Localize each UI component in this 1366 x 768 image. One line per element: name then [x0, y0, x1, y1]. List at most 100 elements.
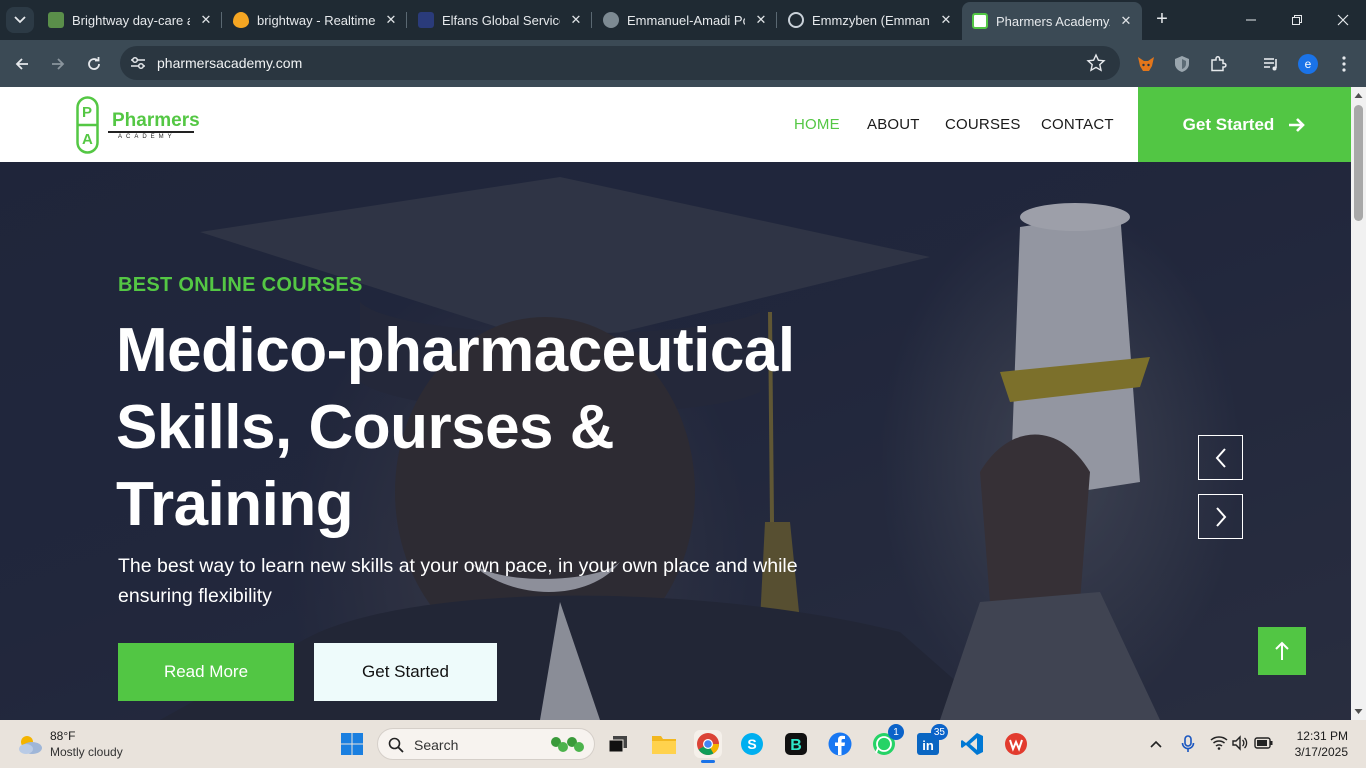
microphone-button[interactable]: [1174, 730, 1202, 758]
minimize-button[interactable]: [1228, 0, 1274, 40]
taskbar-app-vscode[interactable]: [958, 730, 986, 758]
metamask-icon: [1138, 57, 1154, 71]
taskbar-app-file-explorer[interactable]: [650, 730, 678, 758]
search-placeholder: Search: [414, 737, 459, 753]
facebook-icon: [828, 732, 852, 756]
close-tab-icon[interactable]: ✕: [198, 12, 214, 28]
headline-line: Medico-pharmaceutical: [116, 316, 795, 385]
tab-search-button[interactable]: [6, 7, 34, 33]
scroll-down-icon[interactable]: [1354, 707, 1363, 716]
hero-headline: Medico-pharmaceutical Skills, Courses & …: [116, 312, 876, 543]
carousel-next-button[interactable]: [1198, 494, 1243, 539]
arrow-right-icon: [1289, 117, 1306, 132]
firebase-icon: [233, 12, 249, 28]
tab-title: Brightway day-care ac: [72, 12, 190, 28]
taskbar-clock[interactable]: 12:31 PM 3/17/2025: [1290, 728, 1348, 760]
avatar: e: [1298, 54, 1318, 74]
reload-button[interactable]: [80, 50, 108, 78]
wps-office-icon: [1005, 733, 1027, 755]
more-vertical-icon: [1342, 56, 1346, 72]
brightway-icon: [48, 12, 64, 28]
close-tab-icon[interactable]: ✕: [568, 12, 584, 28]
hero-get-started-button[interactable]: Get Started: [314, 643, 497, 701]
start-button[interactable]: [338, 730, 366, 758]
restore-button[interactable]: [1274, 0, 1320, 40]
weather-temperature: 88°F: [50, 729, 76, 743]
browser-tab-active[interactable]: Pharmers AcademyA ✕: [962, 2, 1142, 40]
pharmers-icon: [972, 13, 988, 29]
site-info-icon[interactable]: [129, 54, 147, 72]
bookmark-star-icon[interactable]: [1086, 53, 1106, 73]
svg-text:S: S: [747, 736, 756, 752]
shamrock-icon: [551, 737, 584, 752]
header-get-started-button[interactable]: Get Started: [1138, 87, 1351, 162]
taskbar-app-bold[interactable]: B: [782, 730, 810, 758]
address-bar[interactable]: pharmersacademy.com: [120, 46, 1120, 80]
browser-tab[interactable]: brightway - Realtime ✕: [223, 4, 399, 36]
skype-icon: S: [741, 733, 763, 755]
taskbar-app-linkedin[interactable]: in 35: [914, 724, 948, 758]
tab-separator: [221, 12, 222, 28]
nav-link-about[interactable]: ABOUT: [867, 116, 920, 133]
extensions-button[interactable]: [1206, 52, 1230, 76]
taskbar-app-chrome[interactable]: [694, 730, 722, 763]
restore-icon: [1292, 15, 1302, 25]
logo-letter-p: P: [82, 104, 93, 121]
windows-taskbar: 88°F Mostly cloudy Search S B 1 in 35 12…: [0, 720, 1366, 768]
site-header: P A Pharmers ACADEMY HOME ABOUT COURSES …: [0, 87, 1351, 162]
close-window-button[interactable]: [1320, 0, 1366, 40]
close-tab-icon[interactable]: ✕: [1118, 13, 1134, 29]
metamask-extension-icon[interactable]: [1134, 52, 1158, 76]
media-controls-button[interactable]: [1259, 52, 1283, 76]
task-view-icon: [608, 736, 627, 753]
nav-link-contact[interactable]: CONTACT: [1041, 116, 1114, 133]
back-button[interactable]: [8, 50, 36, 78]
nav-link-courses[interactable]: COURSES: [945, 116, 1021, 133]
system-tray-status[interactable]: [1208, 732, 1278, 756]
url-text: pharmersacademy.com: [157, 55, 303, 71]
tab-title: brightway - Realtime: [257, 12, 375, 28]
logo-divider: [108, 131, 194, 133]
chevron-down-icon: [14, 16, 26, 24]
cloudy-weather-icon: [19, 736, 42, 754]
taskbar-app-skype[interactable]: S: [738, 730, 766, 758]
microphone-icon: [1181, 735, 1195, 752]
globe-icon: [603, 12, 619, 28]
carousel-prev-button[interactable]: [1198, 435, 1243, 480]
close-tab-icon[interactable]: ✕: [938, 12, 954, 28]
taskbar-search-box[interactable]: Search: [377, 728, 595, 760]
forward-button[interactable]: [44, 50, 72, 78]
taskbar-app-facebook[interactable]: [826, 730, 854, 758]
read-more-button[interactable]: Read More: [118, 643, 294, 701]
scrollbar-thumb[interactable]: [1354, 105, 1363, 221]
headline-line: Skills, Courses &: [116, 393, 615, 462]
close-tab-icon[interactable]: ✕: [753, 12, 769, 28]
taskbar-app-whatsapp[interactable]: 1: [870, 724, 904, 758]
svg-text:B: B: [790, 737, 802, 754]
browser-tab[interactable]: Brightway day-care ac ✕: [38, 4, 214, 36]
task-view-button[interactable]: [604, 730, 632, 758]
hero-subtext: The best way to learn new skills at your…: [118, 555, 798, 607]
hero-carousel: BEST ONLINE COURSES Medico-pharmaceutica…: [0, 162, 1351, 720]
close-tab-icon[interactable]: ✕: [383, 12, 399, 28]
new-tab-button[interactable]: +: [1150, 8, 1174, 32]
clock-time: 12:31 PM: [1296, 729, 1348, 743]
taskbar-app-wps[interactable]: [1002, 730, 1030, 758]
tab-title: Emmanuel-Amadi Po: [627, 12, 745, 28]
back-to-top-button[interactable]: [1258, 627, 1306, 675]
browser-menu-button[interactable]: [1332, 52, 1356, 76]
browser-tab[interactable]: Emmanuel-Amadi Po ✕: [593, 4, 769, 36]
nav-link-home[interactable]: HOME: [794, 116, 840, 133]
browser-tab[interactable]: Elfans Global Services ✕: [408, 4, 584, 36]
chrome-icon: [697, 733, 719, 755]
github-icon: [788, 12, 804, 28]
profile-button[interactable]: e: [1296, 52, 1320, 76]
scroll-up-icon[interactable]: [1354, 91, 1363, 100]
shield-extension-icon[interactable]: [1170, 52, 1194, 76]
show-hidden-icons-button[interactable]: [1142, 730, 1170, 758]
browser-toolbar: pharmersacademy.com e: [0, 40, 1366, 87]
page-scrollbar[interactable]: [1351, 87, 1366, 720]
browser-tab[interactable]: Emmzyben (Emmanu ✕: [778, 4, 954, 36]
arrow-left-icon: [15, 58, 28, 70]
wifi-icon: [1210, 736, 1228, 750]
